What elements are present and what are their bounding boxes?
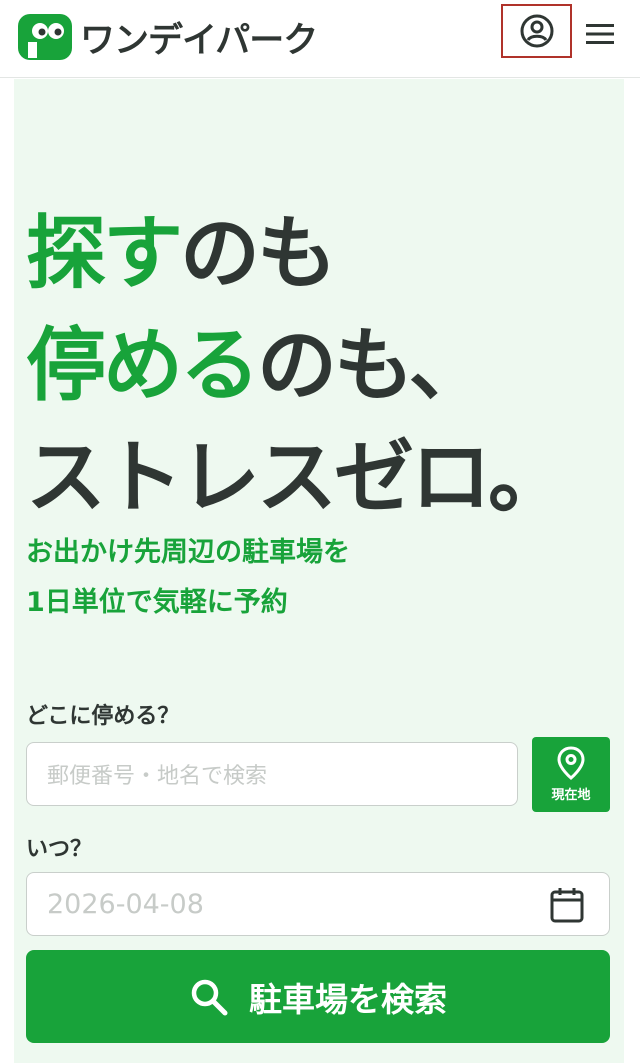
logo-text: ワンデイパーク: [80, 20, 318, 61]
headline-line2-accent: 停める: [26, 319, 260, 412]
logo[interactable]: ワンデイパーク: [18, 12, 318, 62]
subcopy-line1: お出かけ先周辺の駐車場を: [26, 537, 350, 568]
header: ワンデイパーク: [0, 0, 640, 78]
search-icon: [191, 979, 228, 1015]
account-button[interactable]: [501, 4, 572, 58]
current-location-button[interactable]: 現在地: [532, 737, 610, 812]
search-parking-label: 駐車場を検索: [249, 979, 447, 1019]
search-parking-button[interactable]: 駐車場を検索: [26, 950, 610, 1043]
menu-button[interactable]: [583, 17, 617, 51]
headline-line1-rest: のも: [180, 207, 337, 300]
subcopy-line2: 1日単位で気軽に予約: [26, 587, 288, 618]
current-location-label: 現在地: [551, 788, 591, 803]
calendar-icon[interactable]: [549, 886, 585, 924]
hero-subcopy: お出かけ先周辺の駐車場を 1日単位で気軽に予約: [26, 528, 350, 628]
headline-line1-accent: 探す: [26, 207, 183, 300]
location-search-input[interactable]: 郵便番号・地名で検索: [26, 742, 518, 806]
location-search-placeholder: 郵便番号・地名で検索: [47, 764, 268, 789]
where-label: どこに停める？: [26, 704, 180, 729]
logo-mark-icon: [18, 14, 72, 60]
date-input[interactable]: 2026-04-08: [26, 872, 610, 936]
headline-line3: ストレスゼロ。: [26, 431, 568, 524]
hero-headline: 探すのも 停めるのも、 ストレスゼロ。: [26, 198, 568, 534]
hamburger-icon: [586, 24, 614, 44]
headline-line2-rest: のも、: [257, 319, 489, 412]
map-pin-icon: [557, 746, 585, 780]
date-value: 2026-04-08: [47, 888, 204, 920]
when-label: いつ？: [26, 837, 93, 862]
user-circle-icon: [520, 14, 553, 48]
